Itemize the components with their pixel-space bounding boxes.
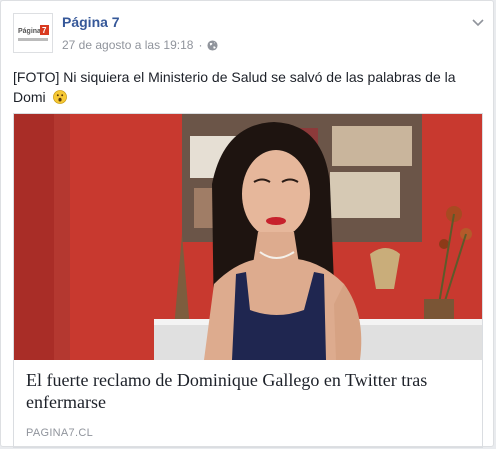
article-title[interactable]: El fuerte reclamo de Dominique Gallego e… (26, 369, 472, 413)
page-avatar[interactable]: Página 7 (13, 13, 53, 53)
article-domain: PAGINA7.CL (26, 427, 93, 439)
chevron-down-icon[interactable] (471, 17, 485, 27)
surprised-face-emoji (52, 90, 67, 104)
pagina7-logo: Página 7 (14, 14, 52, 52)
link-preview-card[interactable]: El fuerte reclamo de Dominique Gallego e… (13, 113, 483, 448)
feed-post: Página 7 Página 7 27 de agosto a las 19:… (0, 0, 494, 448)
article-image (14, 114, 482, 360)
post-meta: 27 de agosto a las 19:18 · (62, 38, 218, 52)
meta-separator: · (198, 38, 203, 52)
page-name-link[interactable]: Página 7 (62, 14, 120, 30)
article-photo[interactable] (14, 114, 482, 360)
post-timestamp[interactable]: 27 de agosto a las 19:18 (62, 38, 193, 52)
post-message-text: [FOTO] Ni siquiera el Ministerio de Salu… (13, 69, 456, 105)
globe-icon[interactable] (207, 39, 218, 51)
svg-text:Página: Página (18, 28, 41, 35)
post-message: [FOTO] Ni siquiera el Ministerio de Salu… (13, 67, 481, 107)
svg-text:7: 7 (42, 26, 47, 35)
